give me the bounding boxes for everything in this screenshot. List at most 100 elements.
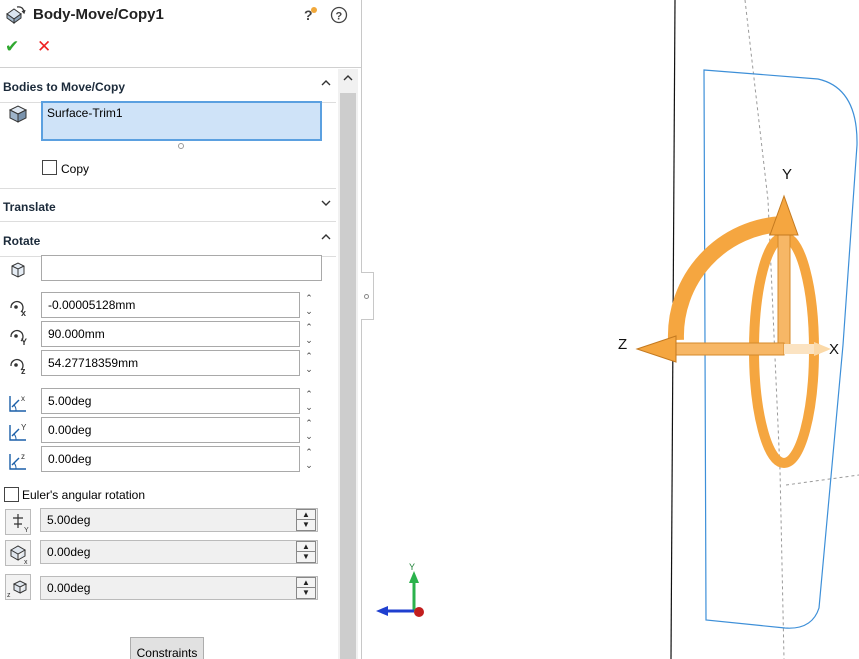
spin-down-icon[interactable]: ▼ [297, 588, 315, 598]
spin-down-icon[interactable]: ⌄ [302, 305, 316, 318]
constraints-button[interactable]: Constraints [130, 637, 204, 659]
spin-up-icon[interactable]: ⌃ [302, 292, 316, 305]
page-title: Body-Move/Copy1 [33, 6, 164, 23]
z-axis-label: Z [618, 336, 627, 353]
z-origin-spinner[interactable]: ⌃ ⌄ [302, 350, 316, 376]
mini-origin [414, 607, 424, 617]
x-axis-label: X [829, 341, 839, 358]
spin-up-icon[interactable]: ⌃ [302, 446, 316, 459]
spin-down-icon[interactable]: ⌄ [302, 459, 316, 472]
y-origin-value: 90.000mm [48, 327, 105, 341]
z-axis-handle[interactable] [671, 342, 785, 356]
spin-up-icon[interactable]: ⌃ [302, 417, 316, 430]
euler-angle-1-icon: Y [5, 509, 31, 535]
svg-text:x: x [21, 394, 25, 403]
euler-angle-3-icon: z [5, 574, 31, 600]
chevron-up-icon[interactable] [320, 231, 332, 243]
spin-up-icon[interactable]: ⌃ [302, 388, 316, 401]
panel-collapse-handle[interactable] [361, 272, 374, 320]
spin-down-icon[interactable]: ▼ [297, 520, 315, 530]
z-axis-arrow[interactable] [635, 335, 677, 363]
property-manager-header: Body-Move/Copy1 ? ? ✔ ✕ [0, 0, 361, 68]
bodies-selection-box[interactable]: Surface-Trim1 [41, 101, 322, 141]
whats-new-icon[interactable]: ? [301, 6, 319, 24]
y-axis-arrow[interactable] [769, 194, 799, 236]
spin-up-icon[interactable]: ▲ [297, 578, 315, 588]
x-rotation-angle-icon: x [9, 394, 26, 412]
rotation-ring-zy[interactable] [667, 216, 784, 341]
collapse-handle-dot [364, 294, 369, 299]
scrollbar-thumb[interactable] [340, 93, 356, 659]
svg-text:x: x [24, 559, 28, 566]
euler-rotation-label: Euler's angular rotation [22, 488, 146, 502]
svg-text:z: z [21, 452, 25, 461]
y-angle-field[interactable]: 0.00deg [41, 417, 300, 443]
euler-angle-3-spinner[interactable]: ▲ ▼ [296, 577, 316, 599]
spin-up-icon[interactable]: ▲ [297, 542, 315, 552]
svg-text:z: z [21, 366, 26, 376]
x-origin-spinner[interactable]: ⌃ ⌄ [302, 292, 316, 318]
list-resize-handle[interactable] [178, 143, 184, 149]
z-angle-spinner[interactable]: ⌃ ⌄ [302, 446, 316, 472]
spin-down-icon[interactable]: ⌄ [302, 430, 316, 443]
euler-angle-2-field[interactable]: 0.00deg [40, 540, 318, 564]
x-angle-spinner[interactable]: ⌃ ⌄ [302, 388, 316, 414]
spin-up-icon[interactable]: ⌃ [302, 321, 316, 334]
euler-angle-1-value: 5.00deg [47, 513, 91, 527]
y-angle-spinner[interactable]: ⌃ ⌄ [302, 417, 316, 443]
y-origin-spinner[interactable]: ⌃ ⌄ [302, 321, 316, 347]
x-origin-field[interactable]: -0.00005128mm [41, 292, 300, 318]
bodies-section-header[interactable]: Bodies to Move/Copy [0, 69, 336, 103]
x-angle-field[interactable]: 5.00deg [41, 388, 300, 414]
construction-line [785, 474, 859, 486]
body-move-icon [6, 6, 26, 24]
euler-angle-1-field[interactable]: 5.00deg [40, 508, 318, 532]
svg-text:z: z [7, 592, 11, 599]
y-axis-handle[interactable] [777, 231, 791, 351]
chevron-up-icon[interactable] [320, 77, 332, 89]
graphics-viewport[interactable]: Y Z X Y Z [374, 0, 859, 659]
rotation-triad[interactable]: Y Z X [618, 166, 839, 468]
spin-up-icon[interactable]: ⌃ [302, 350, 316, 363]
x-origin-icon: x [10, 300, 26, 318]
y-rotation-angle-icon: Y [9, 423, 27, 441]
mini-y-label: Y [409, 562, 415, 572]
scroll-up-icon[interactable] [342, 72, 354, 84]
translate-section-label: Translate [3, 200, 56, 214]
reference-triad: Y Z [376, 562, 424, 617]
y-angle-value: 0.00deg [48, 423, 92, 437]
y-origin-field[interactable]: 90.000mm [41, 321, 300, 347]
chevron-down-icon[interactable] [320, 197, 332, 209]
svg-text:Y: Y [21, 337, 27, 347]
euler-angle-1-spinner[interactable]: ▲ ▼ [296, 509, 316, 531]
ok-button[interactable]: ✔ [5, 37, 19, 57]
euler-angle-3-value: 0.00deg [47, 581, 91, 595]
vertex-reference-icon [11, 262, 25, 278]
z-origin-value: 54.27718359mm [48, 356, 139, 370]
euler-angle-3-field[interactable]: 0.00deg [40, 576, 318, 600]
svg-text:?: ? [336, 11, 343, 23]
mini-y-arrow [409, 571, 419, 583]
translate-section-header[interactable]: Translate [0, 188, 336, 222]
euler-angle-2-spinner[interactable]: ▲ ▼ [296, 541, 316, 563]
z-angle-field[interactable]: 0.00deg [41, 446, 300, 472]
selected-body-item[interactable]: Surface-Trim1 [47, 106, 123, 120]
bodies-section-label: Bodies to Move/Copy [3, 80, 126, 94]
rotate-section-header[interactable]: Rotate [0, 223, 336, 257]
cancel-button[interactable]: ✕ [37, 37, 51, 57]
copy-checkbox[interactable] [42, 160, 57, 175]
z-rotation-angle-icon: z [9, 452, 26, 470]
help-icon[interactable]: ? [330, 6, 348, 24]
property-manager-panel: Body-Move/Copy1 ? ? ✔ ✕ Bodies to Move/C… [0, 0, 362, 659]
y-axis-label: Y [782, 166, 792, 183]
spin-up-icon[interactable]: ▲ [297, 510, 315, 520]
euler-rotation-checkbox[interactable] [4, 487, 19, 502]
spin-down-icon[interactable]: ⌄ [302, 401, 316, 414]
rotation-reference-field[interactable] [41, 255, 322, 281]
z-angle-value: 0.00deg [48, 452, 92, 466]
y-origin-icon: Y [10, 329, 27, 347]
spin-down-icon[interactable]: ⌄ [302, 334, 316, 347]
z-origin-field[interactable]: 54.27718359mm [41, 350, 300, 376]
spin-down-icon[interactable]: ⌄ [302, 363, 316, 376]
spin-down-icon[interactable]: ▼ [297, 552, 315, 562]
